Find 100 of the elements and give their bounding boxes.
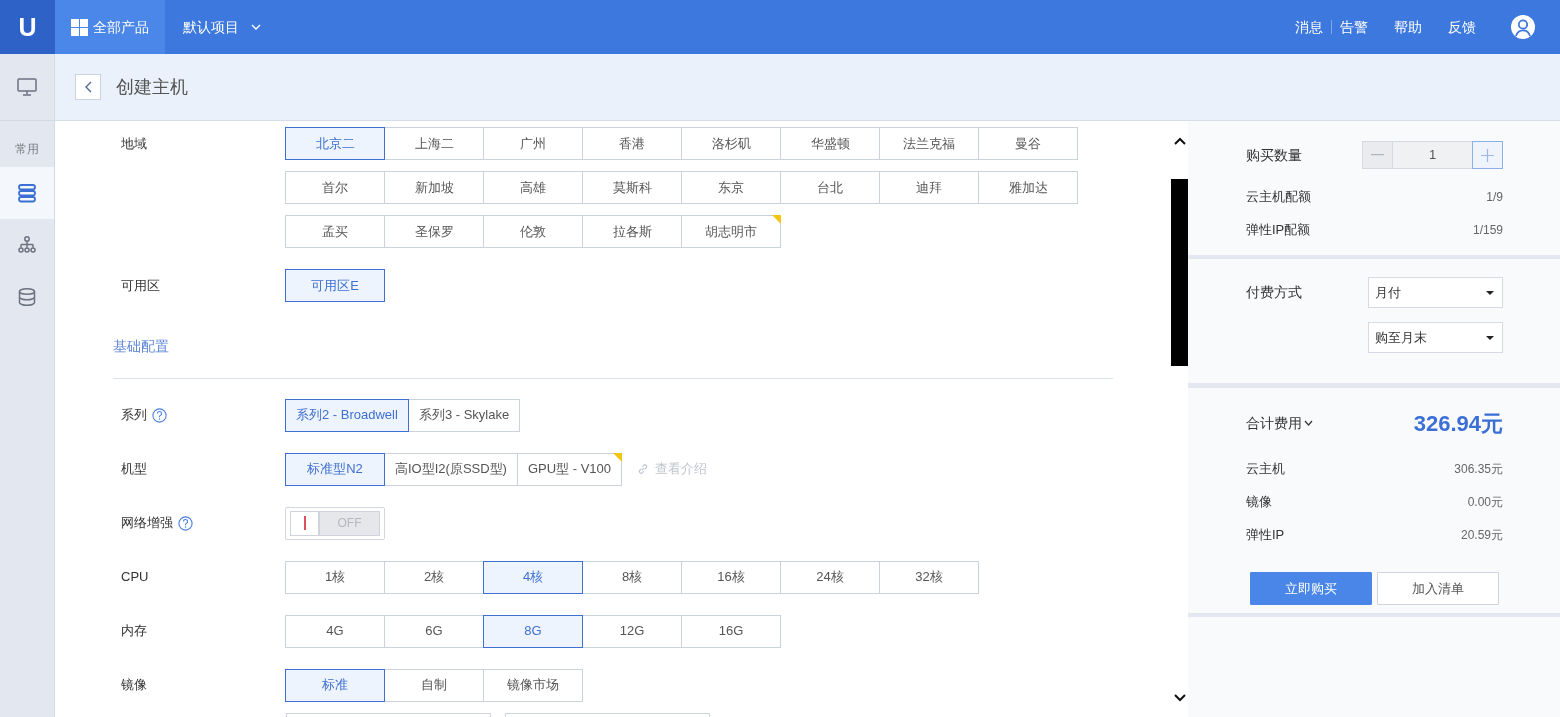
plus-icon bbox=[1481, 148, 1494, 162]
option-button[interactable]: 16G bbox=[681, 614, 781, 648]
option-button[interactable]: 系列2 - Broadwell bbox=[285, 398, 409, 432]
option-button[interactable]: 16核 bbox=[681, 560, 781, 594]
buy-now-button[interactable]: 立即购买 bbox=[1250, 572, 1372, 605]
cost-value: 306.35元 bbox=[1454, 461, 1503, 478]
field-label: 内存 bbox=[121, 622, 147, 641]
field-label: 机型 bbox=[121, 460, 147, 479]
hierarchy-icon bbox=[17, 235, 37, 255]
all-products-button[interactable]: 全部产品 bbox=[55, 0, 165, 54]
scrollbar-thumb[interactable] bbox=[1171, 179, 1188, 366]
option-button[interactable]: 可用区E bbox=[285, 269, 385, 302]
nav-link[interactable]: 帮助 bbox=[1394, 16, 1422, 38]
scroll-up-icon[interactable] bbox=[1173, 137, 1186, 145]
minus-icon bbox=[1371, 154, 1384, 156]
option-button[interactable]: 华盛顿 bbox=[780, 127, 880, 160]
option-button[interactable]: 高雄 bbox=[483, 171, 583, 204]
back-button[interactable] bbox=[75, 74, 101, 100]
option-button[interactable]: GPU型 - V100 bbox=[516, 452, 623, 486]
help-icon[interactable] bbox=[178, 515, 193, 531]
option-button[interactable]: 自制 bbox=[384, 668, 484, 702]
switch-knob bbox=[290, 510, 319, 536]
select-field[interactable]: 月付 bbox=[1368, 277, 1503, 308]
section-title: 基础配置 bbox=[113, 338, 169, 354]
option-button[interactable]: 32核 bbox=[879, 560, 979, 594]
cost-value: 20.59元 bbox=[1460, 527, 1503, 544]
page-title: 创建主机 bbox=[116, 75, 188, 99]
option-button[interactable]: 东京 bbox=[681, 171, 781, 204]
quota-label: 云主机配额 bbox=[1246, 188, 1311, 206]
option-button[interactable]: 首尔 bbox=[285, 171, 385, 204]
option-button[interactable]: 香港 bbox=[582, 127, 682, 160]
option-button[interactable]: 胡志明市 bbox=[681, 215, 781, 248]
project-dropdown[interactable]: 默认项目 bbox=[165, 0, 261, 54]
option-button[interactable]: 洛杉矶 bbox=[681, 127, 781, 160]
option-button[interactable]: 1核 bbox=[285, 560, 385, 594]
logo[interactable]: U bbox=[0, 0, 55, 54]
billing-label: 付费方式 bbox=[1246, 283, 1302, 302]
option-button[interactable]: 8G bbox=[483, 614, 583, 648]
option-button[interactable]: 高IO型I2(原SSD型) bbox=[384, 452, 518, 486]
select-field[interactable] bbox=[505, 712, 710, 717]
chevron-down-icon bbox=[1304, 420, 1313, 426]
option-button[interactable]: 孟买 bbox=[285, 215, 385, 248]
option-button[interactable]: 4核 bbox=[483, 560, 583, 594]
grid-icon bbox=[71, 18, 88, 36]
quota-value: 1/159 bbox=[1472, 222, 1503, 239]
option-button[interactable]: 新加坡 bbox=[384, 171, 484, 204]
field-label: 可用区 bbox=[121, 276, 160, 295]
increment-button[interactable] bbox=[1472, 141, 1503, 169]
option-button[interactable]: 北京二 bbox=[285, 127, 385, 160]
cost-label: 弹性IP bbox=[1246, 526, 1285, 544]
option-button[interactable]: 广州 bbox=[483, 127, 583, 160]
option-button[interactable]: 24核 bbox=[780, 560, 880, 594]
field-label: 系列 bbox=[121, 406, 147, 425]
add-to-list-button[interactable]: 加入清单 bbox=[1377, 572, 1499, 605]
caret-icon bbox=[1486, 290, 1494, 295]
nav-link[interactable]: 消息 bbox=[1295, 16, 1323, 38]
option-button[interactable]: 2核 bbox=[384, 560, 484, 594]
link-icon bbox=[637, 463, 650, 475]
option-button[interactable]: 标准型N2 bbox=[285, 452, 385, 486]
help-icon[interactable] bbox=[152, 407, 167, 423]
option-button[interactable]: 伦敦 bbox=[483, 215, 583, 248]
option-button[interactable]: 台北 bbox=[780, 171, 880, 204]
scroll-down-icon[interactable] bbox=[1173, 694, 1186, 702]
option-button[interactable]: 雅加达 bbox=[978, 171, 1078, 204]
avatar-icon[interactable] bbox=[1511, 15, 1535, 39]
option-button[interactable]: 8核 bbox=[582, 560, 682, 594]
option-button[interactable]: 标准 bbox=[285, 668, 385, 702]
monitor-icon bbox=[17, 78, 37, 96]
option-button[interactable]: 系列3 - Skylake bbox=[407, 398, 521, 432]
field-label: 地域 bbox=[121, 134, 147, 153]
option-button[interactable]: 法兰克福 bbox=[879, 127, 979, 160]
option-button[interactable]: 镜像市场 bbox=[483, 668, 583, 702]
field-label: 镜像 bbox=[121, 676, 147, 695]
field-label: CPU bbox=[121, 568, 149, 587]
option-button[interactable]: 上海二 bbox=[384, 127, 484, 160]
caret-icon bbox=[1486, 335, 1494, 340]
nav-link[interactable]: 反馈 bbox=[1448, 16, 1476, 38]
cost-label: 云主机 bbox=[1246, 460, 1285, 478]
option-button[interactable]: 12G bbox=[582, 614, 682, 648]
sidebar-item[interactable] bbox=[0, 167, 54, 219]
option-button[interactable]: 圣保罗 bbox=[384, 215, 484, 248]
option-button[interactable]: 拉各斯 bbox=[582, 215, 682, 248]
option-button[interactable]: 迪拜 bbox=[879, 171, 979, 204]
field-label: 网络增强 bbox=[121, 514, 173, 533]
select-field[interactable] bbox=[286, 712, 491, 717]
database-icon bbox=[17, 287, 37, 307]
chevron-left-icon bbox=[84, 81, 92, 93]
server-stack-icon bbox=[17, 183, 37, 203]
nav-link[interactable]: 告警 bbox=[1340, 16, 1368, 38]
total-cost-toggle[interactable]: 合计费用 bbox=[1246, 412, 1313, 434]
total-price: 326.94元 bbox=[1413, 409, 1503, 438]
option-button[interactable]: 莫斯科 bbox=[582, 171, 682, 204]
chevron-down-icon bbox=[251, 24, 261, 30]
select-field[interactable]: 购至月末 bbox=[1368, 322, 1503, 353]
quota-label: 弹性IP配额 bbox=[1246, 221, 1311, 239]
option-button[interactable]: 6G bbox=[384, 614, 484, 648]
option-button[interactable]: 曼谷 bbox=[978, 127, 1078, 160]
quantity-field[interactable]: 1 bbox=[1393, 141, 1472, 169]
option-button[interactable]: 4G bbox=[285, 614, 385, 648]
quantity-label: 购买数量 bbox=[1246, 145, 1302, 165]
